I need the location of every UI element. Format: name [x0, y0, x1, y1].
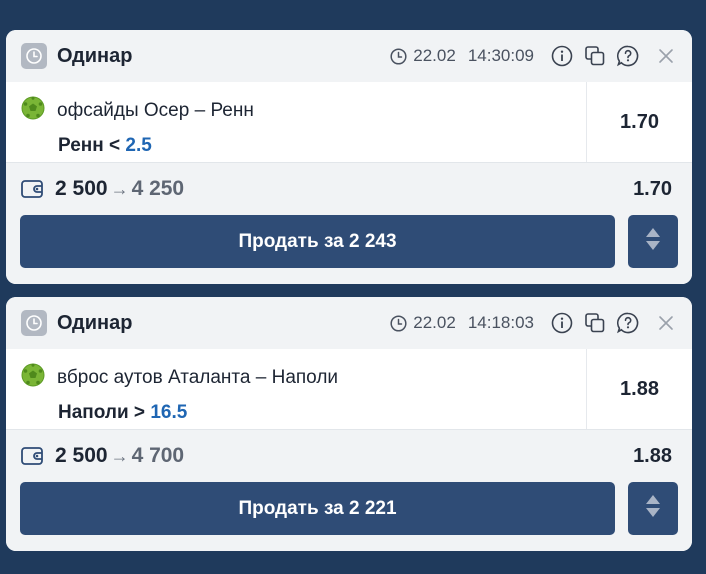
- help-icon[interactable]: [616, 311, 640, 335]
- stake-amount: 2 500: [55, 444, 108, 467]
- event-name: офсайды Осер – Ренн: [57, 99, 254, 121]
- payout-amount: 4 700: [131, 444, 185, 467]
- page: Одинар 22.02 14:30:09 офсайды Осер – Рен…: [0, 0, 706, 574]
- copy-icon[interactable]: [583, 44, 607, 68]
- sell-button[interactable]: Продать за 2 221: [20, 482, 615, 535]
- bet-actions: Продать за 2 243: [6, 215, 692, 284]
- bet-summary-row: 2 500 → 4 250 1.70: [6, 163, 692, 215]
- wallet-icon: [21, 179, 43, 199]
- close-icon[interactable]: [654, 44, 678, 68]
- bet-date: 22.02: [413, 313, 456, 332]
- wallet-icon: [21, 446, 43, 466]
- sort-icon: [645, 227, 661, 256]
- summary-odd: 1.88: [633, 444, 672, 467]
- outcome-value: 16.5: [150, 402, 188, 423]
- bet-type-title: Одинар: [57, 44, 133, 67]
- copy-icon[interactable]: [583, 311, 607, 335]
- sell-button[interactable]: Продать за 2 243: [20, 215, 615, 268]
- clock-icon: [21, 310, 47, 336]
- bet-datetime: 22.02 14:18:03: [390, 313, 534, 333]
- help-icon[interactable]: [616, 44, 640, 68]
- payout-amount: 4 250: [131, 177, 185, 200]
- football-icon: [21, 96, 45, 125]
- event-odd: 1.88: [586, 349, 692, 429]
- football-icon: [21, 363, 45, 392]
- time-icon: [390, 47, 407, 65]
- arrow-icon: →: [110, 445, 129, 466]
- clock-icon: [21, 43, 47, 69]
- arrow-icon: →: [110, 178, 129, 199]
- bet-time: 14:30:09: [467, 46, 534, 65]
- outcome-value: 2.5: [125, 135, 152, 156]
- event-odd: 1.70: [586, 82, 692, 162]
- sort-button[interactable]: [628, 482, 678, 535]
- bet-datetime: 22.02 14:30:09: [390, 46, 534, 66]
- sort-button[interactable]: [628, 215, 678, 268]
- bet-outcome: Ренн < 2.5: [58, 135, 586, 157]
- event-name: вброс аутов Аталанта – Наполи: [57, 366, 339, 388]
- bet-summary-row: 2 500 → 4 700 1.88: [6, 430, 692, 482]
- bet-card-2: Одинар 22.02 14:18:03 вброс аутов Аталан…: [6, 297, 692, 551]
- bet-time: 14:18:03: [467, 313, 534, 332]
- info-icon[interactable]: [550, 44, 574, 68]
- summary-odd: 1.70: [633, 177, 672, 200]
- bet-outcome: Наполи > 16.5: [58, 402, 586, 424]
- bet-event-row: офсайды Осер – Ренн Ренн < 2.5 1.70: [6, 82, 692, 163]
- outcome-label: Наполи >: [58, 402, 146, 423]
- close-icon[interactable]: [654, 311, 678, 335]
- time-icon: [390, 314, 407, 332]
- bet-header: Одинар 22.02 14:18:03: [6, 297, 692, 349]
- outcome-label: Ренн <: [58, 135, 121, 156]
- stake-amount: 2 500: [55, 177, 108, 200]
- bet-actions: Продать за 2 221: [6, 482, 692, 551]
- bet-event-row: вброс аутов Аталанта – Наполи Наполи > 1…: [6, 349, 692, 430]
- bet-card-1: Одинар 22.02 14:30:09 офсайды Осер – Рен…: [6, 30, 692, 284]
- info-icon[interactable]: [550, 311, 574, 335]
- sort-icon: [645, 494, 661, 523]
- bet-type-title: Одинар: [57, 311, 133, 334]
- bet-header: Одинар 22.02 14:30:09: [6, 30, 692, 82]
- bet-date: 22.02: [413, 46, 456, 65]
